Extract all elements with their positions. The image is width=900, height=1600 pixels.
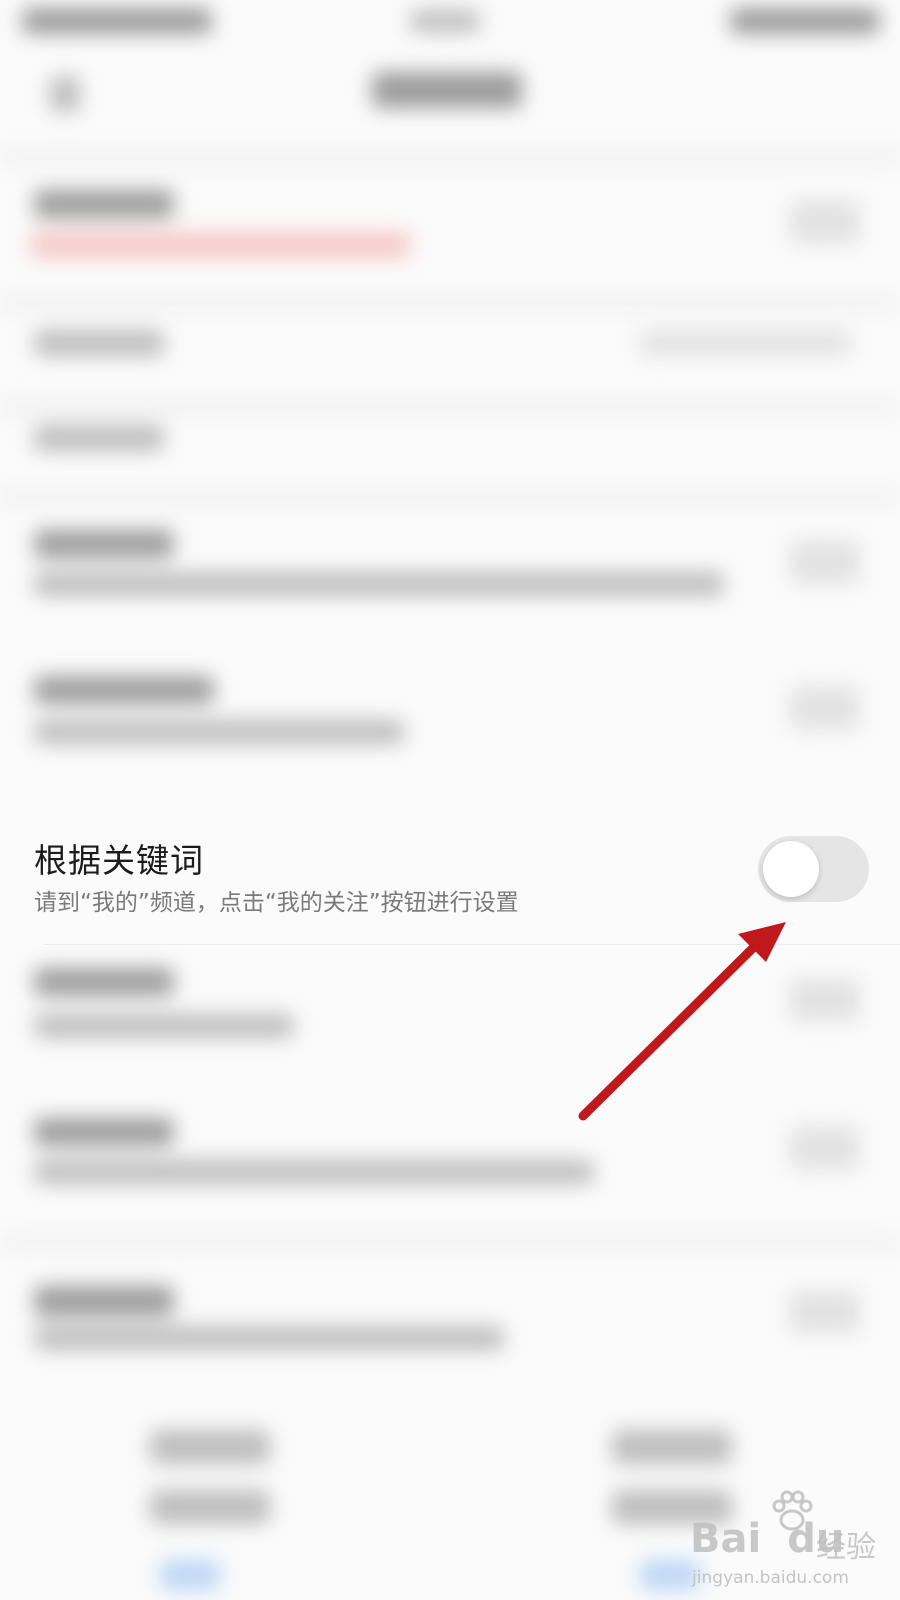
keyword-toggle-switch[interactable] <box>758 836 869 902</box>
watermark-url: jingyan.baidu.com <box>692 1568 849 1588</box>
watermark-brand-bai: Bai <box>690 1516 762 1562</box>
setting-title: 根据关键词 <box>34 841 204 880</box>
row-divider <box>44 944 900 945</box>
setting-description: 请到“我的”频道，点击“我的关注”按钮进行设置 <box>34 890 519 916</box>
screen: 根据关键词 请到“我的”频道，点击“我的关注”按钮进行设置 Bai du 经验 j… <box>0 0 900 1600</box>
baidu-jingyan-watermark: Bai du 经验 jingyan.baidu.com <box>688 1490 888 1590</box>
toggle-knob <box>763 841 819 897</box>
watermark-label: 经验 <box>816 1530 876 1565</box>
setting-row-keyword: 根据关键词 请到“我的”频道，点击“我的关注”按钮进行设置 <box>0 800 900 945</box>
